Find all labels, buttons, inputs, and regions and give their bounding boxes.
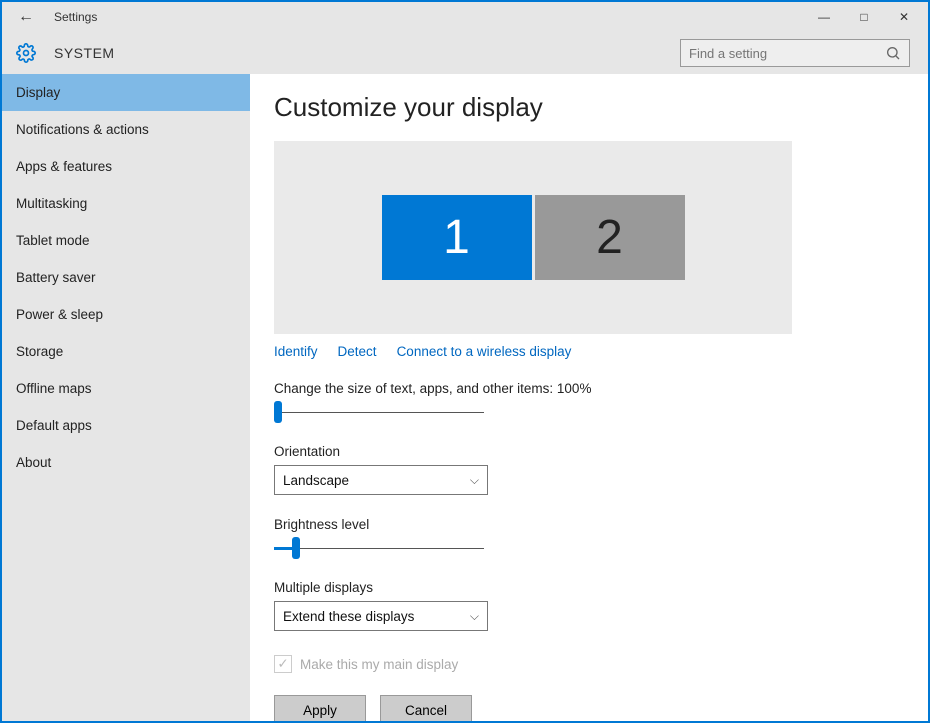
monitor-1[interactable]: 1 [382, 195, 532, 280]
sidebar-item-display[interactable]: Display [2, 74, 250, 111]
orientation-select[interactable]: Landscape ⌵ [274, 465, 488, 495]
back-button[interactable]: ← [14, 8, 38, 26]
detect-link[interactable]: Detect [338, 344, 377, 359]
slider-thumb[interactable] [292, 537, 300, 559]
brightness-label: Brightness level [274, 517, 898, 532]
sidebar-item-multitasking[interactable]: Multitasking [2, 185, 250, 222]
sidebar-item-offline-maps[interactable]: Offline maps [2, 370, 250, 407]
sidebar-item-notifications-actions[interactable]: Notifications & actions [2, 111, 250, 148]
sidebar-item-apps-features[interactable]: Apps & features [2, 148, 250, 185]
chevron-down-icon: ⌵ [470, 473, 479, 488]
sidebar-item-power-sleep[interactable]: Power & sleep [2, 296, 250, 333]
maximize-button[interactable]: □ [844, 2, 884, 32]
multiple-displays-label: Multiple displays [274, 580, 898, 595]
orientation-label: Orientation [274, 444, 898, 459]
sidebar-item-storage[interactable]: Storage [2, 333, 250, 370]
checkbox-icon: ✓ [274, 655, 292, 673]
display-arrangement[interactable]: 1 2 [274, 141, 792, 334]
text-size-slider[interactable] [274, 402, 484, 422]
section-title: SYSTEM [54, 45, 115, 61]
sidebar: DisplayNotifications & actionsApps & fea… [2, 74, 250, 721]
title-bar: ← Settings — □ ✕ [2, 2, 928, 32]
main-panel: Customize your display 1 2 Identify Dete… [250, 74, 928, 721]
page-heading: Customize your display [274, 92, 898, 123]
monitor-2[interactable]: 2 [535, 195, 685, 280]
orientation-value: Landscape [283, 473, 349, 488]
apply-button[interactable]: Apply [274, 695, 366, 721]
close-button[interactable]: ✕ [884, 2, 924, 32]
chevron-down-icon: ⌵ [470, 609, 479, 624]
identify-link[interactable]: Identify [274, 344, 318, 359]
sidebar-item-battery-saver[interactable]: Battery saver [2, 259, 250, 296]
multiple-displays-select[interactable]: Extend these displays ⌵ [274, 601, 488, 631]
minimize-button[interactable]: — [804, 2, 844, 32]
header-bar: SYSTEM [2, 32, 928, 74]
slider-thumb[interactable] [274, 401, 282, 423]
sidebar-item-about[interactable]: About [2, 444, 250, 481]
sidebar-item-default-apps[interactable]: Default apps [2, 407, 250, 444]
window-title: Settings [54, 10, 97, 24]
search-icon [885, 45, 901, 61]
cancel-button[interactable]: Cancel [380, 695, 472, 721]
multiple-displays-value: Extend these displays [283, 609, 414, 624]
gear-icon [16, 43, 36, 63]
main-display-label: Make this my main display [300, 657, 458, 672]
search-input[interactable] [689, 46, 885, 61]
wireless-display-link[interactable]: Connect to a wireless display [397, 344, 572, 359]
text-size-label: Change the size of text, apps, and other… [274, 381, 898, 396]
sidebar-item-tablet-mode[interactable]: Tablet mode [2, 222, 250, 259]
brightness-slider[interactable] [274, 538, 484, 558]
search-box[interactable] [680, 39, 910, 67]
main-display-checkbox: ✓ Make this my main display [274, 655, 898, 673]
